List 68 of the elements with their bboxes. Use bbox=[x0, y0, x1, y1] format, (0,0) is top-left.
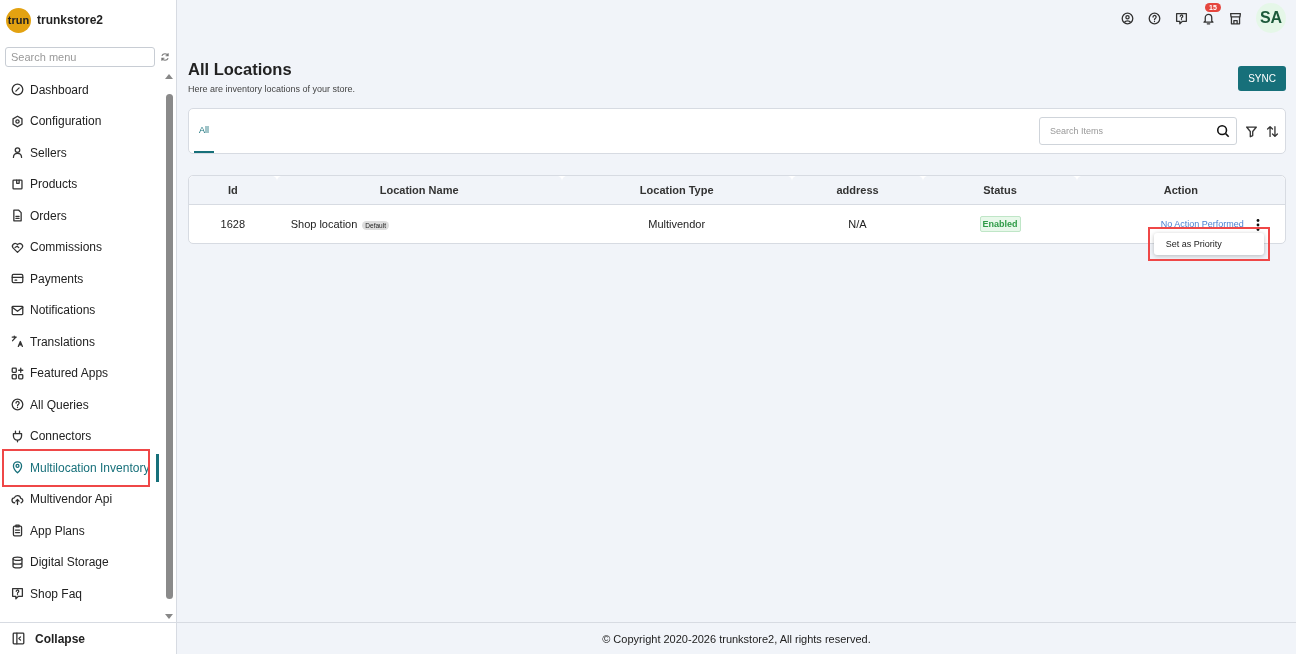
pin-icon bbox=[11, 461, 24, 475]
clipboard-icon bbox=[11, 524, 24, 538]
sidebar-item[interactable]: Commissions bbox=[0, 231, 162, 263]
sidebar-item[interactable]: All Queries bbox=[0, 389, 162, 421]
sidebar-item[interactable]: Configuration bbox=[0, 105, 162, 137]
bell-icon[interactable] bbox=[1202, 11, 1215, 25]
tab[interactable]: All bbox=[194, 109, 214, 153]
column-header: Location Type bbox=[561, 176, 792, 205]
footer-copyright: © Copyright 2020-2026 trunkstore2, All rights reserved. bbox=[177, 622, 1296, 654]
sidebar-item[interactable]: Sellers bbox=[0, 137, 162, 169]
help-bubble-icon[interactable] bbox=[1175, 11, 1188, 25]
sidebar-item[interactable]: Notifications bbox=[0, 294, 162, 326]
cloud-icon bbox=[11, 492, 24, 506]
more-options-icon[interactable] bbox=[1255, 218, 1260, 231]
table-cell: 1628 bbox=[189, 204, 277, 243]
table-cell: Shop location bbox=[290, 218, 358, 230]
sidebar-item[interactable]: Dashboard bbox=[0, 74, 162, 106]
column-header: Id bbox=[189, 176, 277, 205]
help-bubble-icon bbox=[11, 587, 24, 601]
user-circle-icon[interactable] bbox=[1121, 11, 1134, 25]
search-items-field[interactable]: Search Items bbox=[1039, 117, 1237, 145]
sidebar-item[interactable]: Payments bbox=[0, 263, 162, 295]
status-tag: Enabled bbox=[979, 216, 1021, 232]
menu-item[interactable]: Set as Priority bbox=[1153, 233, 1264, 255]
help-icon[interactable] bbox=[1148, 11, 1161, 25]
table-cell: N/A bbox=[791, 204, 924, 243]
filter-icon[interactable] bbox=[1245, 124, 1258, 138]
column-header: address bbox=[791, 176, 924, 205]
store-avatar: trun bbox=[6, 7, 31, 33]
box-icon bbox=[11, 177, 24, 191]
user-avatar[interactable]: SA bbox=[1256, 3, 1286, 33]
search-menu-field[interactable]: Search menu bbox=[5, 47, 155, 67]
sidebar-item[interactable]: Translations bbox=[0, 326, 162, 358]
translate-icon bbox=[11, 335, 24, 349]
search-icon bbox=[1216, 124, 1230, 138]
page-title: All Locations bbox=[188, 60, 293, 79]
action-link[interactable]: No Action Performed bbox=[1160, 219, 1244, 230]
sync-button[interactable]: SYNC bbox=[1238, 66, 1286, 91]
person-icon bbox=[11, 146, 24, 160]
hexagon-icon bbox=[11, 114, 24, 128]
table-cell: Multivendor bbox=[561, 204, 792, 243]
heart-icon bbox=[11, 240, 24, 254]
document-icon bbox=[11, 209, 24, 223]
refresh-icon[interactable] bbox=[160, 52, 170, 62]
sidebar-item[interactable]: App Plans bbox=[0, 515, 162, 547]
column-header: Status bbox=[923, 176, 1077, 205]
sidebar-item[interactable]: Digital Storage bbox=[0, 546, 162, 578]
plug-icon bbox=[11, 429, 24, 443]
card-icon bbox=[11, 272, 24, 286]
store-icon[interactable] bbox=[1229, 11, 1242, 25]
sidebar-panel-icon bbox=[12, 632, 25, 645]
column-header: Location Name bbox=[276, 176, 562, 205]
store-name: trunkstore2 bbox=[37, 13, 104, 27]
sidebar-item[interactable]: Shop Faq bbox=[0, 578, 162, 610]
database-icon bbox=[11, 555, 24, 569]
column-header: Action bbox=[1076, 176, 1285, 205]
collapse-button[interactable]: Collapse bbox=[0, 622, 176, 654]
gauge-icon bbox=[11, 83, 24, 97]
page-subtitle: Here are inventory locations of your store. bbox=[188, 84, 356, 94]
question-icon bbox=[11, 398, 24, 412]
sidebar-item[interactable]: Featured Apps bbox=[0, 357, 162, 389]
sort-icon[interactable] bbox=[1266, 124, 1279, 138]
active-indicator bbox=[156, 454, 159, 482]
sidebar-item[interactable]: Products bbox=[0, 168, 162, 200]
mail-icon bbox=[11, 303, 24, 317]
sidebar-item[interactable]: Connectors bbox=[0, 420, 162, 452]
sidebar-item[interactable]: Orders bbox=[0, 200, 162, 232]
grid-icon bbox=[11, 366, 24, 380]
